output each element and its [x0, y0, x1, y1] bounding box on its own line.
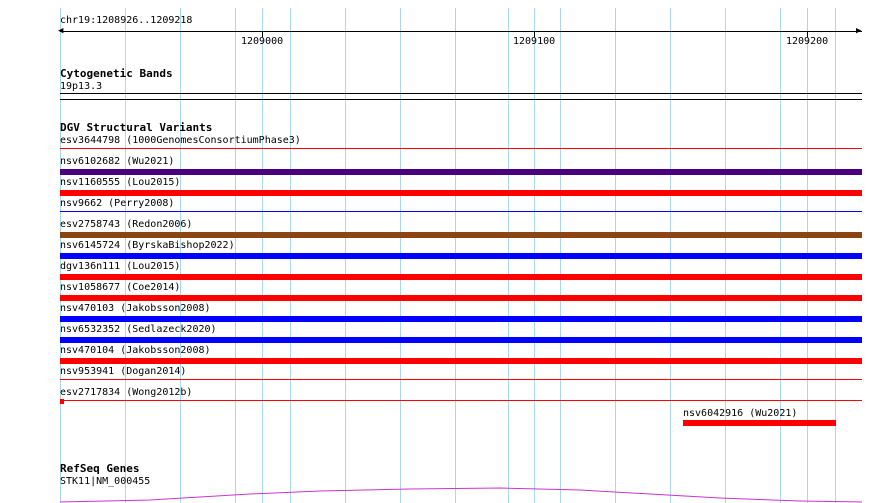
cytoband-label: 19p13.3	[60, 81, 103, 92]
dgv-variant-label[interactable]: nsv1058677 (Coe2014)	[60, 282, 180, 293]
dgv-variant-feature[interactable]	[60, 295, 862, 301]
ruler-axis	[60, 31, 862, 32]
dgv-variant-label[interactable]: dgv136n111 (Lou2015)	[60, 261, 180, 272]
dgv-variant-feature[interactable]	[60, 274, 862, 280]
arrow-left-icon[interactable]: ◀	[58, 27, 63, 36]
partial-variant-feature[interactable]	[683, 420, 836, 426]
refseq-track-title[interactable]: RefSeq Genes	[60, 463, 139, 475]
dgv-variant-feature[interactable]	[60, 169, 862, 175]
dgv-variant-label[interactable]: nsv6532352 (Sedlazeck2020)	[60, 324, 217, 335]
dgv-variant-label[interactable]: nsv470104 (Jakobsson2008)	[60, 345, 211, 356]
gene-intron-line	[59, 487, 863, 503]
genome-browser: chr19:1208926..1209218 ◀ ▶ 1209000 12091…	[0, 0, 890, 503]
dgv-variant-feature[interactable]	[60, 148, 862, 149]
cytoband-line[interactable]	[60, 99, 862, 100]
region-label: chr19:1208926..1209218	[60, 15, 193, 26]
dgv-variant-feature[interactable]	[60, 232, 862, 238]
dgv-variant-label[interactable]: nsv1160555 (Lou2015)	[60, 177, 180, 188]
dgv-variant-label[interactable]: nsv6145724 (ByrskaBishop2022)	[60, 240, 235, 251]
dgv-variant-feature[interactable]	[60, 358, 862, 364]
dgv-variant-label[interactable]: nsv470103 (Jakobsson2008)	[60, 303, 211, 314]
arrow-right-icon[interactable]: ▶	[856, 27, 861, 36]
dgv-variant-feature[interactable]	[60, 190, 862, 196]
cytoband-track-title[interactable]: Cytogenetic Bands	[60, 68, 173, 80]
ruler-tick-label: 1209100	[513, 36, 556, 47]
ruler-tick-label: 1209000	[241, 36, 284, 47]
dgv-variant-feature[interactable]	[60, 379, 862, 380]
dgv-variant-label[interactable]: nsv9662 (Perry2008)	[60, 198, 174, 209]
ruler-tick-label: 1209200	[786, 36, 829, 47]
dgv-variant-marker[interactable]	[60, 399, 64, 404]
dgv-variant-feature[interactable]	[60, 316, 862, 322]
gene-model[interactable]	[0, 482, 890, 503]
dgv-variant-feature[interactable]	[60, 253, 862, 259]
dgv-variant-label[interactable]: nsv953941 (Dogan2014)	[60, 366, 186, 377]
partial-variant-label[interactable]: nsv6042916 (Wu2021)	[683, 408, 797, 419]
dgv-variant-label[interactable]: esv2758743 (Redon2006)	[60, 219, 192, 230]
dgv-track-title[interactable]: DGV Structural Variants	[60, 122, 212, 134]
dgv-variant-label[interactable]: esv3644798 (1000GenomesConsortiumPhase3)	[60, 135, 301, 146]
dgv-variant-feature[interactable]	[60, 337, 862, 343]
dgv-variant-feature[interactable]	[60, 211, 862, 212]
cytoband-line[interactable]	[60, 93, 862, 94]
dgv-variant-feature[interactable]	[60, 400, 862, 401]
dgv-variant-label[interactable]: esv2717834 (Wong2012b)	[60, 387, 192, 398]
dgv-variant-label[interactable]: nsv6102682 (Wu2021)	[60, 156, 174, 167]
